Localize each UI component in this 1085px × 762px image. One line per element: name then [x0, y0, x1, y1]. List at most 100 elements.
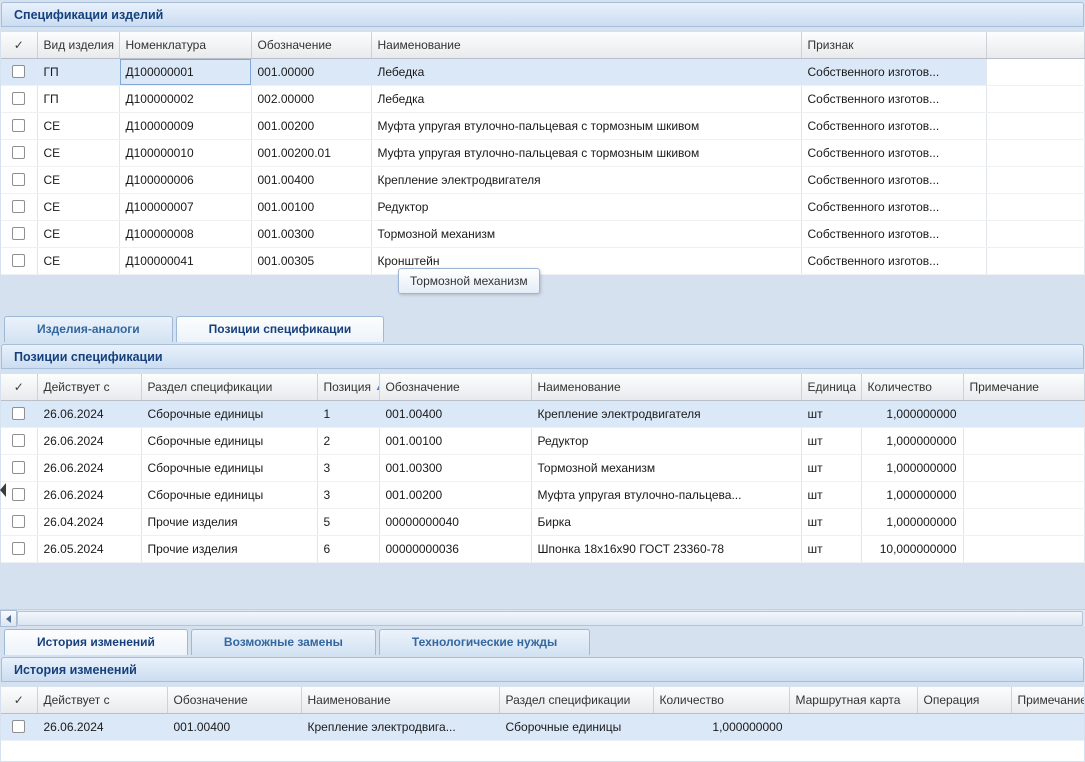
column-header[interactable]: Вид изделия	[37, 32, 119, 58]
table-cell[interactable]: 001.00300	[251, 220, 371, 247]
table-cell[interactable]: Редуктор	[371, 193, 801, 220]
table-cell[interactable]: 6	[317, 535, 379, 562]
table-cell[interactable]: 5	[317, 508, 379, 535]
row-checkbox[interactable]	[12, 65, 25, 78]
table-cell[interactable]: Прочие изделия	[141, 535, 317, 562]
table-row[interactable]: СЕД100000007001.00100РедукторСобственног…	[1, 193, 1084, 220]
table-cell[interactable]: 26.06.2024	[37, 481, 141, 508]
table-cell[interactable]: Собственного изготов...	[801, 112, 986, 139]
table-cell[interactable]: 001.00300	[379, 454, 531, 481]
column-header[interactable]: Наименование	[531, 374, 801, 400]
row-checkbox[interactable]	[12, 461, 25, 474]
table-cell[interactable]: шт	[801, 481, 861, 508]
table-cell[interactable]: СЕ	[37, 139, 119, 166]
table-cell[interactable]: Прочие изделия	[141, 508, 317, 535]
table-cell[interactable]: 26.06.2024	[37, 427, 141, 454]
table-cell[interactable]: Шпонка 18х16х90 ГОСТ 23360-78	[531, 535, 801, 562]
horizontal-scrollbar[interactable]	[0, 609, 1085, 626]
scroll-left-button[interactable]	[0, 610, 17, 627]
table-row[interactable]: 26.06.2024001.00400Крепление электродвиг…	[1, 713, 1084, 740]
table-cell[interactable]: 00000000040	[379, 508, 531, 535]
table-cell[interactable]: Крепление электродвигателя	[371, 166, 801, 193]
column-header[interactable]: Примечание	[963, 374, 1084, 400]
table-cell[interactable]: 001.00400	[379, 400, 531, 427]
column-header[interactable]: Количество	[653, 687, 789, 713]
tab-3[interactable]: Технологические нужды	[379, 629, 590, 655]
column-header[interactable]: Обозначение	[167, 687, 301, 713]
column-header[interactable]: Количество	[861, 374, 963, 400]
table-row[interactable]: СЕД100000010001.00200.01Муфта упругая вт…	[1, 139, 1084, 166]
row-checkbox[interactable]	[12, 515, 25, 528]
table-row[interactable]: ГПД100000001001.00000ЛебедкаСобственного…	[1, 58, 1084, 85]
table-row[interactable]: 26.06.2024Сборочные единицы1001.00400Кре…	[1, 400, 1084, 427]
column-header[interactable]: Обозначение	[251, 32, 371, 58]
table-cell[interactable]: Собственного изготов...	[801, 220, 986, 247]
table-row[interactable]: СЕД100000041001.00305КронштейнСобственно…	[1, 247, 1084, 274]
table-row[interactable]: 26.06.2024Сборочные единицы3001.00300Тор…	[1, 454, 1084, 481]
table-cell[interactable]: 3	[317, 454, 379, 481]
collapse-left-icon[interactable]	[0, 483, 6, 497]
table-cell[interactable]: Сборочные единицы	[141, 481, 317, 508]
row-checkbox[interactable]	[12, 227, 25, 240]
row-checkbox[interactable]	[12, 254, 25, 267]
table-cell[interactable]	[917, 713, 1011, 740]
table-row[interactable]: 26.04.2024Прочие изделия500000000040Бирк…	[1, 508, 1084, 535]
table-cell[interactable]: шт	[801, 535, 861, 562]
tab-2[interactable]: Возможные замены	[191, 629, 376, 655]
column-header[interactable]: Наименование	[301, 687, 499, 713]
table-cell[interactable]: СЕ	[37, 193, 119, 220]
table-cell[interactable]: 00000000036	[379, 535, 531, 562]
table-cell[interactable]: Д100000001	[119, 58, 251, 85]
table-cell[interactable]: Собственного изготов...	[801, 166, 986, 193]
table-cell[interactable]: 26.06.2024	[37, 454, 141, 481]
table-cell[interactable]: Д100000007	[119, 193, 251, 220]
row-checkbox[interactable]	[12, 146, 25, 159]
scrollbar-thumb[interactable]	[17, 611, 1083, 626]
table-cell[interactable]: СЕ	[37, 247, 119, 274]
table-row[interactable]: СЕД100000008001.00300Тормозной механизмС…	[1, 220, 1084, 247]
column-header[interactable]: Наименование	[371, 32, 801, 58]
table-row[interactable]: 26.06.2024Сборочные единицы2001.00100Ред…	[1, 427, 1084, 454]
table-cell[interactable]: Тормозной механизм	[531, 454, 801, 481]
table-cell[interactable]: СЕ	[37, 166, 119, 193]
row-checkbox[interactable]	[12, 720, 25, 733]
table-cell[interactable]: Редуктор	[531, 427, 801, 454]
table-cell[interactable]	[963, 427, 1084, 454]
table-cell[interactable]: шт	[801, 400, 861, 427]
table-cell[interactable]: 2	[317, 427, 379, 454]
table-cell[interactable]: 26.06.2024	[37, 400, 141, 427]
column-header[interactable]: Примечание	[1011, 687, 1084, 713]
table-cell[interactable]: шт	[801, 427, 861, 454]
table-cell[interactable]: Д100000009	[119, 112, 251, 139]
table-cell[interactable]: Тормозной механизм	[371, 220, 801, 247]
table-row[interactable]: 26.06.2024Сборочные единицы3001.00200Муф…	[1, 481, 1084, 508]
table-cell[interactable]	[963, 481, 1084, 508]
tab-1[interactable]: История изменений	[4, 629, 188, 655]
table-cell[interactable]: 001.00100	[251, 193, 371, 220]
table-cell[interactable]	[1011, 713, 1084, 740]
tab-1[interactable]: Изделия-аналоги	[4, 316, 173, 342]
table-cell[interactable]: Сборочные единицы	[141, 454, 317, 481]
table-cell[interactable]: 001.00000	[251, 58, 371, 85]
table-cell[interactable]: СЕ	[37, 112, 119, 139]
select-all-header[interactable]: ✓	[1, 687, 37, 713]
table-cell[interactable]: Муфта упругая втулочно-пальцевая с тормо…	[371, 139, 801, 166]
table-cell[interactable]: СЕ	[37, 220, 119, 247]
table-cell[interactable]: 1,000000000	[861, 508, 963, 535]
column-header[interactable]: Позиция▲	[317, 374, 379, 400]
table-cell[interactable]: Лебедка	[371, 58, 801, 85]
row-checkbox[interactable]	[12, 173, 25, 186]
table-cell[interactable]: 001.00400	[251, 166, 371, 193]
table-cell[interactable]: Д100000008	[119, 220, 251, 247]
table-cell[interactable]: Крепление электродвигателя	[531, 400, 801, 427]
column-header[interactable]: Раздел спецификации	[141, 374, 317, 400]
table-row[interactable]: ГПД100000002002.00000ЛебедкаСобственного…	[1, 85, 1084, 112]
table-cell[interactable]	[963, 454, 1084, 481]
table-cell[interactable]: Муфта упругая втулочно-пальцева...	[531, 481, 801, 508]
table-cell[interactable]: 1,000000000	[861, 454, 963, 481]
table-row[interactable]: СЕД100000009001.00200Муфта упругая втуло…	[1, 112, 1084, 139]
table-cell[interactable]: 001.00200.01	[251, 139, 371, 166]
row-checkbox[interactable]	[12, 434, 25, 447]
table-cell[interactable]	[963, 508, 1084, 535]
table-cell[interactable]: 26.04.2024	[37, 508, 141, 535]
